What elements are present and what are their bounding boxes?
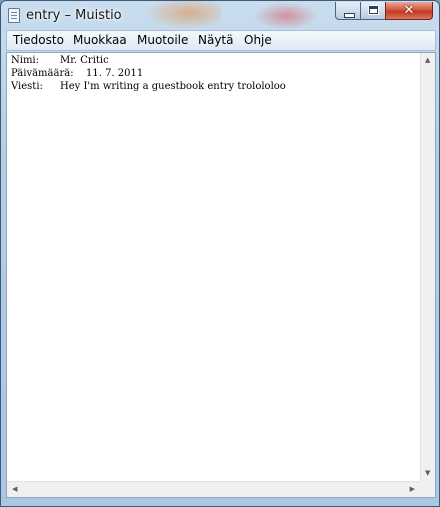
minimize-icon <box>344 13 355 18</box>
menu-muokkaa[interactable]: Muokkaa <box>70 33 130 47</box>
scroll-up-icon[interactable]: ▲ <box>425 57 430 64</box>
horizontal-scrollbar[interactable]: ◀ ▶ <box>7 481 420 497</box>
menubar: Tiedosto Muokkaa Muotoile Näytä Ohje <box>6 30 436 51</box>
maximize-icon <box>368 5 379 15</box>
minimize-button[interactable] <box>335 2 361 20</box>
line-label: Nimi: <box>11 55 39 66</box>
line-label: Päivämäärä: <box>11 68 74 79</box>
line-label: Viesti: <box>11 81 43 92</box>
line-value: Hey I'm writing a guestbook entry trolol… <box>60 81 286 92</box>
scrollbar-corner <box>419 481 435 497</box>
line-value: 11. 7. 2011 <box>86 68 144 79</box>
maximize-button[interactable] <box>360 2 386 20</box>
scroll-right-icon[interactable]: ▶ <box>410 486 415 493</box>
notepad-window: entry – Muistio ✕ Tiedosto Muokkaa Muoto… <box>0 0 440 507</box>
menu-tiedosto[interactable]: Tiedosto <box>10 33 67 47</box>
close-button[interactable]: ✕ <box>385 2 433 20</box>
vertical-scrollbar[interactable]: ▲ ▼ <box>420 53 435 481</box>
notepad-icon[interactable] <box>8 8 20 23</box>
titlebar[interactable]: entry – Muistio ✕ <box>1 1 439 31</box>
background-blur <box>251 1 321 31</box>
menu-ohje[interactable]: Ohje <box>241 33 275 47</box>
text-editor[interactable]: Nimi: Mr. Critic Päivämäärä: 11. 7. 2011… <box>6 52 436 498</box>
line-value: Mr. Critic <box>60 55 109 66</box>
scroll-down-icon[interactable]: ▼ <box>425 470 430 477</box>
close-icon: ✕ <box>403 3 415 18</box>
menu-muotoile[interactable]: Muotoile <box>134 33 191 47</box>
menu-nayta[interactable]: Näytä <box>195 33 237 47</box>
window-title: entry – Muistio <box>26 8 122 23</box>
background-blur <box>141 1 221 31</box>
scroll-left-icon[interactable]: ◀ <box>12 486 17 493</box>
